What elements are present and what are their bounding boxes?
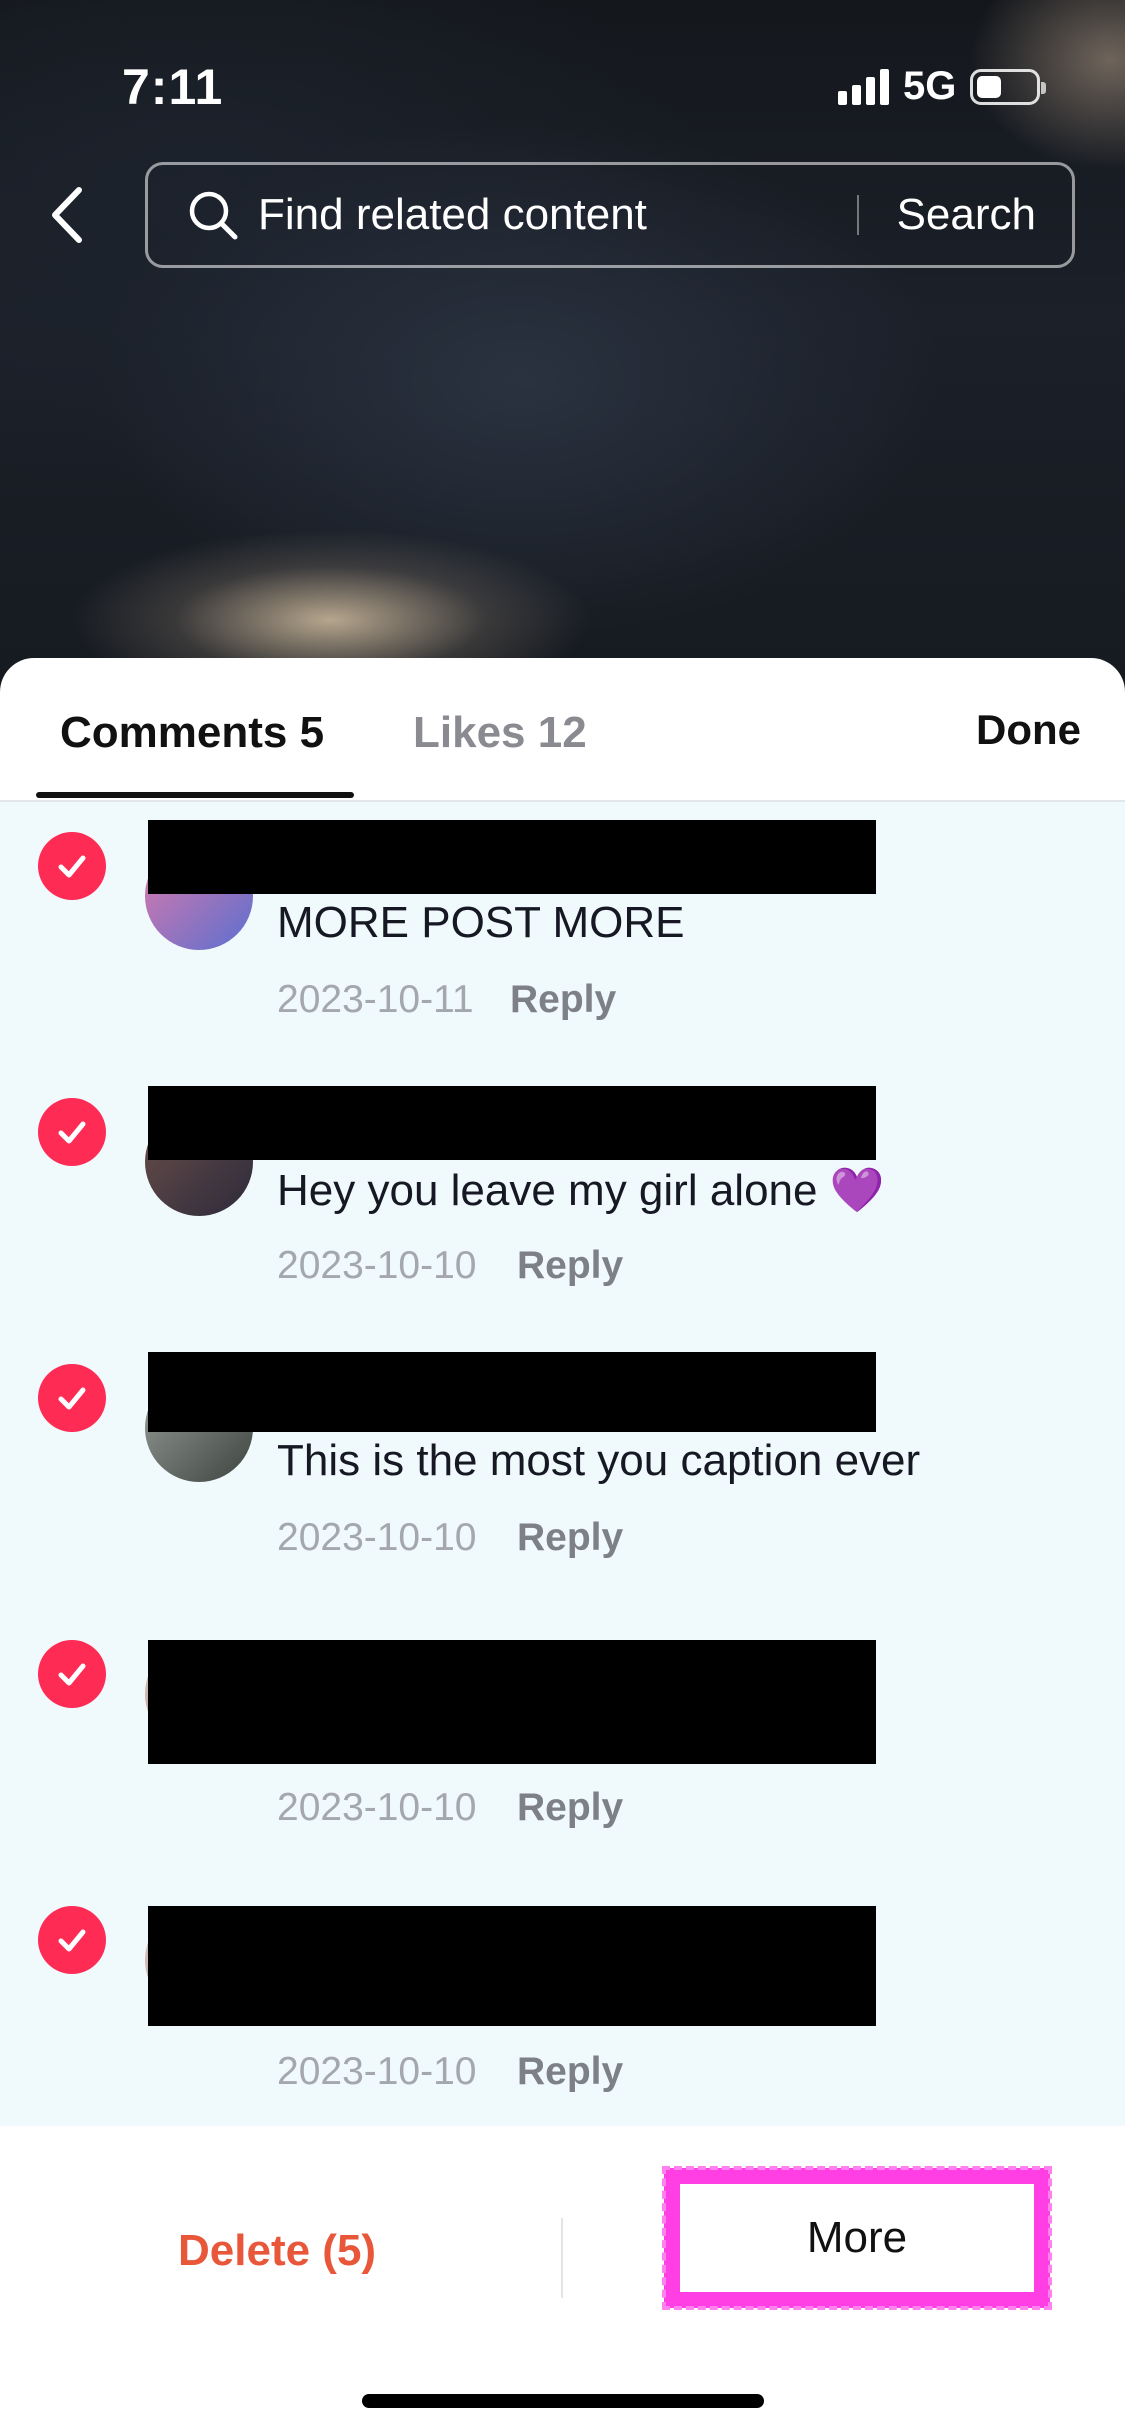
comment-text: This is the most you caption ever [277, 1436, 921, 1485]
comment-date: 2023-10-11 [277, 978, 474, 1021]
checkbox-checked[interactable] [38, 1364, 106, 1432]
comment-date: 2023-10-10 [277, 1244, 477, 1287]
battery-icon [970, 68, 1047, 105]
reply-button[interactable]: Reply [517, 2050, 623, 2094]
checkmark-icon [58, 1929, 86, 1952]
comment-date: 2023-10-10 [277, 1786, 477, 1829]
status-time: 7:11 [122, 59, 224, 115]
checkmark-icon [58, 1387, 86, 1410]
action-divider [561, 2218, 563, 2298]
checkbox-checked[interactable] [38, 832, 106, 900]
delete-button[interactable]: Delete (5) [178, 2226, 376, 2276]
comment-list[interactable]: MORE POST MORE 2023-10-11 Reply Hey you … [0, 802, 1125, 2126]
more-button[interactable]: More [662, 2166, 1052, 2310]
comment-item[interactable]: 2023-10-10 Reply [0, 1866, 1125, 2126]
search-button[interactable]: Search [859, 190, 1072, 240]
done-button[interactable]: Done [976, 706, 1081, 754]
home-indicator[interactable] [362, 2394, 764, 2408]
comment-item[interactable]: 2023-10-10 Reply [0, 1600, 1125, 1860]
back-button[interactable] [36, 175, 98, 255]
search-bar[interactable]: Find related content Search [145, 162, 1075, 268]
tab-likes[interactable]: Likes 12 [413, 708, 587, 758]
checkmark-icon [58, 1663, 86, 1686]
network-label: 5G [903, 64, 957, 108]
signal-icon [838, 68, 889, 105]
checkmark-icon [58, 1121, 86, 1144]
redacted-comment [148, 1906, 876, 2026]
comment-item[interactable]: Hey you leave my girl alone 💜 2023-10-10… [0, 1068, 1125, 1328]
checkmark-icon [58, 855, 86, 878]
checkbox-checked[interactable] [38, 1906, 106, 1974]
reply-button[interactable]: Reply [510, 978, 616, 1022]
reply-button[interactable]: Reply [517, 1786, 623, 1830]
comment-date: 2023-10-10 [277, 2050, 477, 2093]
search-icon [189, 191, 238, 240]
more-label: More [806, 2213, 908, 2262]
redacted-username [148, 1352, 876, 1432]
tab-selected-indicator [36, 792, 354, 798]
checkbox-checked[interactable] [38, 1640, 106, 1708]
redacted-username [148, 820, 876, 894]
reply-button[interactable]: Reply [517, 1244, 623, 1288]
chevron-left-icon [52, 187, 82, 243]
comment-item[interactable]: This is the most you caption ever 2023-1… [0, 1334, 1125, 1594]
comment-item[interactable]: MORE POST MORE 2023-10-11 Reply [0, 802, 1125, 1062]
redacted-comment [148, 1640, 876, 1764]
tab-bar: Comments 5 Likes 12 Done [0, 658, 1125, 802]
tab-comments[interactable]: Comments 5 [60, 708, 324, 758]
comment-text: MORE POST MORE [277, 898, 685, 947]
checkbox-checked[interactable] [38, 1098, 106, 1166]
search-input[interactable]: Find related content [258, 190, 857, 240]
comment-date: 2023-10-10 [277, 1516, 477, 1559]
status-indicators: 5G [838, 64, 1047, 109]
redacted-username [148, 1086, 876, 1160]
reply-button[interactable]: Reply [517, 1516, 623, 1560]
comment-text: Hey you leave my girl alone 💜 [277, 1166, 885, 1215]
